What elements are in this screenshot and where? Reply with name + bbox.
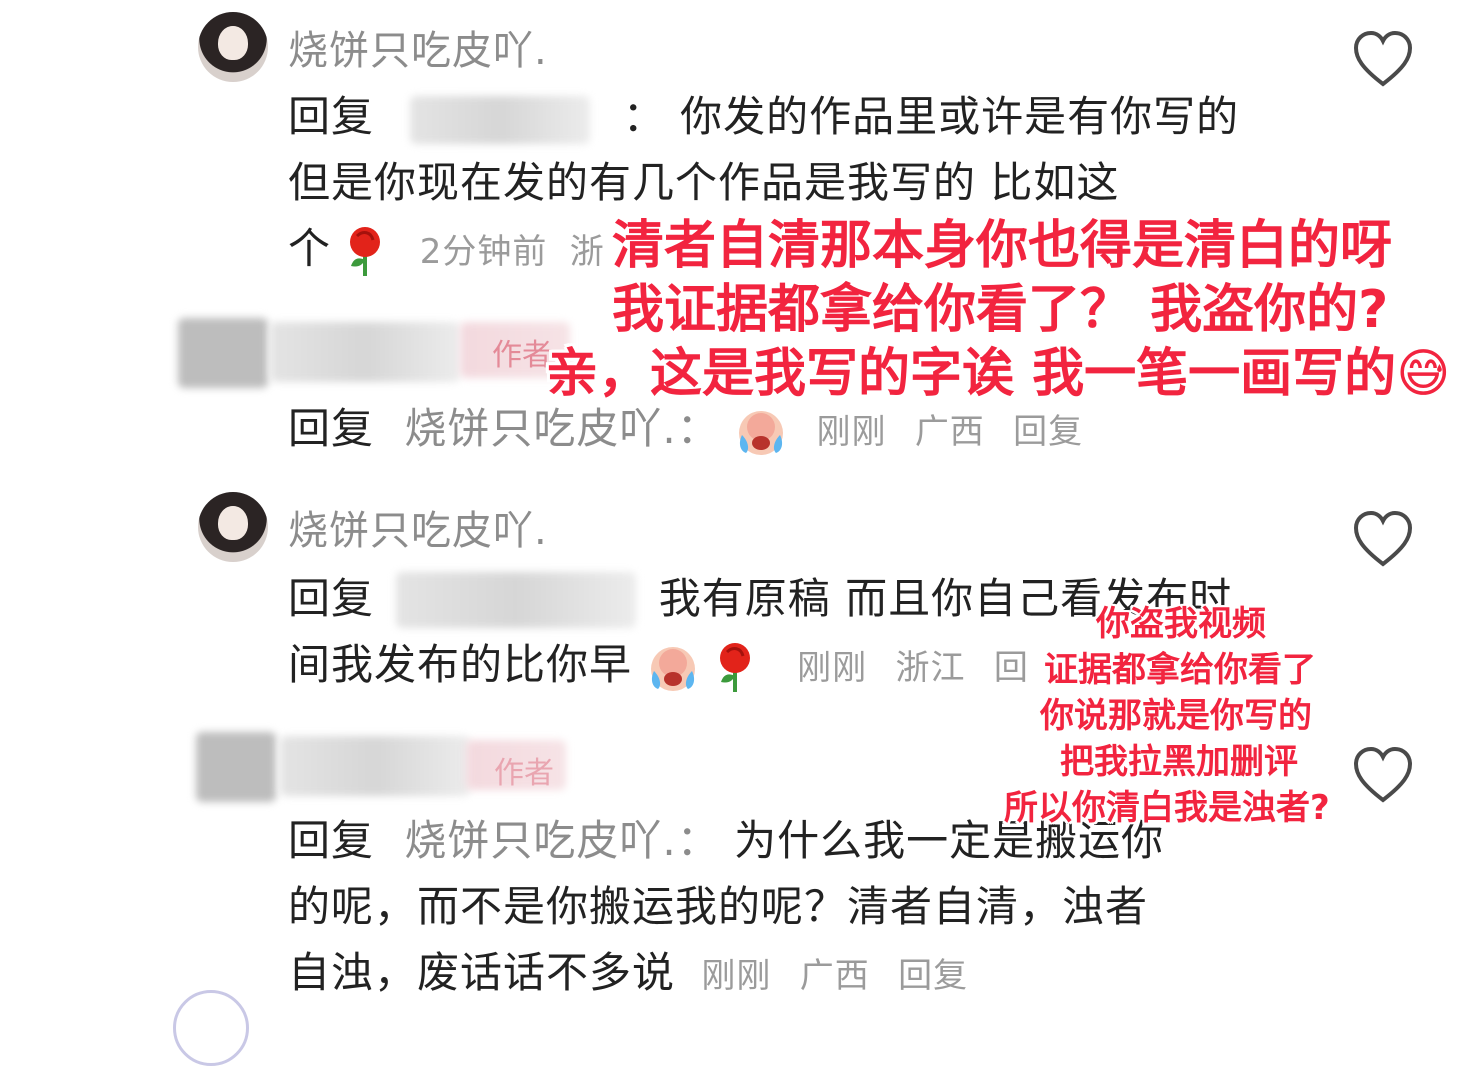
author-badge: 作者	[492, 338, 552, 373]
colon: ：	[622, 92, 666, 141]
comment-time: 2分钟前	[419, 232, 548, 272]
annotation-line: 清者自清那本身你也得是清白的呀	[612, 216, 1393, 276]
blurred-username	[270, 322, 460, 382]
blurred-username	[396, 572, 636, 628]
avatar[interactable]	[198, 492, 268, 562]
blurred-avatar	[178, 318, 268, 388]
reply-label: 回复	[288, 574, 375, 623]
comment-time: 刚刚	[816, 412, 887, 452]
annotation-line: 你盗我视频	[1096, 604, 1266, 644]
avatar[interactable]	[198, 12, 268, 82]
comment-body: 回复 烧饼只吃皮吖.： 为什么我一定是搬运你 的呢，而不是你搬运我的呢？清者自清…	[288, 808, 1288, 1009]
annotation-line: 我证据都拿给你看了？ 我盗你的?	[612, 280, 1389, 340]
comment-line: 个	[288, 224, 332, 273]
comment-line: 自浊，废话话不多说	[288, 948, 676, 997]
reply-label: 回复	[288, 92, 375, 141]
comment-body: 回复 烧饼只吃皮吖.： 刚刚 广西 回复	[288, 396, 1083, 465]
reply-button[interactable]: 回	[994, 648, 1029, 688]
comment-location: 广西	[799, 956, 870, 996]
comment-line: 你发的作品里或许是有你写的	[680, 92, 1240, 141]
annotation-line: 你说那就是你写的	[1040, 696, 1312, 736]
blurred-username	[410, 96, 590, 144]
reply-label: 回复	[288, 404, 375, 453]
rose-emoji-icon	[350, 226, 381, 276]
comment-username[interactable]: 烧饼只吃皮吖.	[288, 18, 548, 76]
like-heart-icon[interactable]	[1352, 30, 1414, 88]
like-heart-icon[interactable]	[1352, 510, 1414, 568]
comment-time: 刚刚	[797, 648, 868, 688]
like-heart-icon[interactable]	[1352, 746, 1414, 804]
comment-username[interactable]: 烧饼只吃皮吖.	[288, 498, 548, 556]
author-badge: 作者	[494, 756, 554, 791]
annotation-line: 把我拉黑加删评	[1060, 742, 1298, 782]
crying-face-emoji-icon	[739, 410, 784, 455]
comment-line: 但是你现在发的有几个作品是我写的 比如这	[288, 158, 1120, 207]
annotation-line: 所以你清白我是浊者?	[1004, 788, 1330, 828]
comment-line: 的呢，而不是你搬运我的呢？清者自清，浊者	[288, 882, 1149, 931]
rose-emoji-icon	[719, 642, 750, 692]
comment-location: 浙	[569, 232, 605, 272]
reply-target[interactable]: 烧饼只吃皮吖.：	[404, 404, 719, 453]
reply-button[interactable]: 回复	[1013, 412, 1083, 452]
floating-circle-button[interactable]	[173, 990, 249, 1066]
reply-label: 回复	[288, 816, 375, 865]
blurred-avatar	[196, 732, 276, 802]
reply-button[interactable]: 回复	[898, 956, 968, 996]
comment-location: 广西	[914, 412, 985, 452]
comment-line: 间我发布的比你早	[288, 640, 633, 689]
comment-time: 刚刚	[701, 956, 772, 996]
annotation-line: 亲，这是我写的字诶 我一笔一画写的😅	[546, 344, 1451, 404]
annotation-line: 证据都拿给你看了	[1044, 650, 1316, 690]
blurred-username	[280, 736, 470, 796]
comment-location: 浙江	[895, 648, 966, 688]
reply-target[interactable]: 烧饼只吃皮吖.：	[404, 816, 719, 865]
crying-face-emoji-icon	[651, 646, 696, 691]
